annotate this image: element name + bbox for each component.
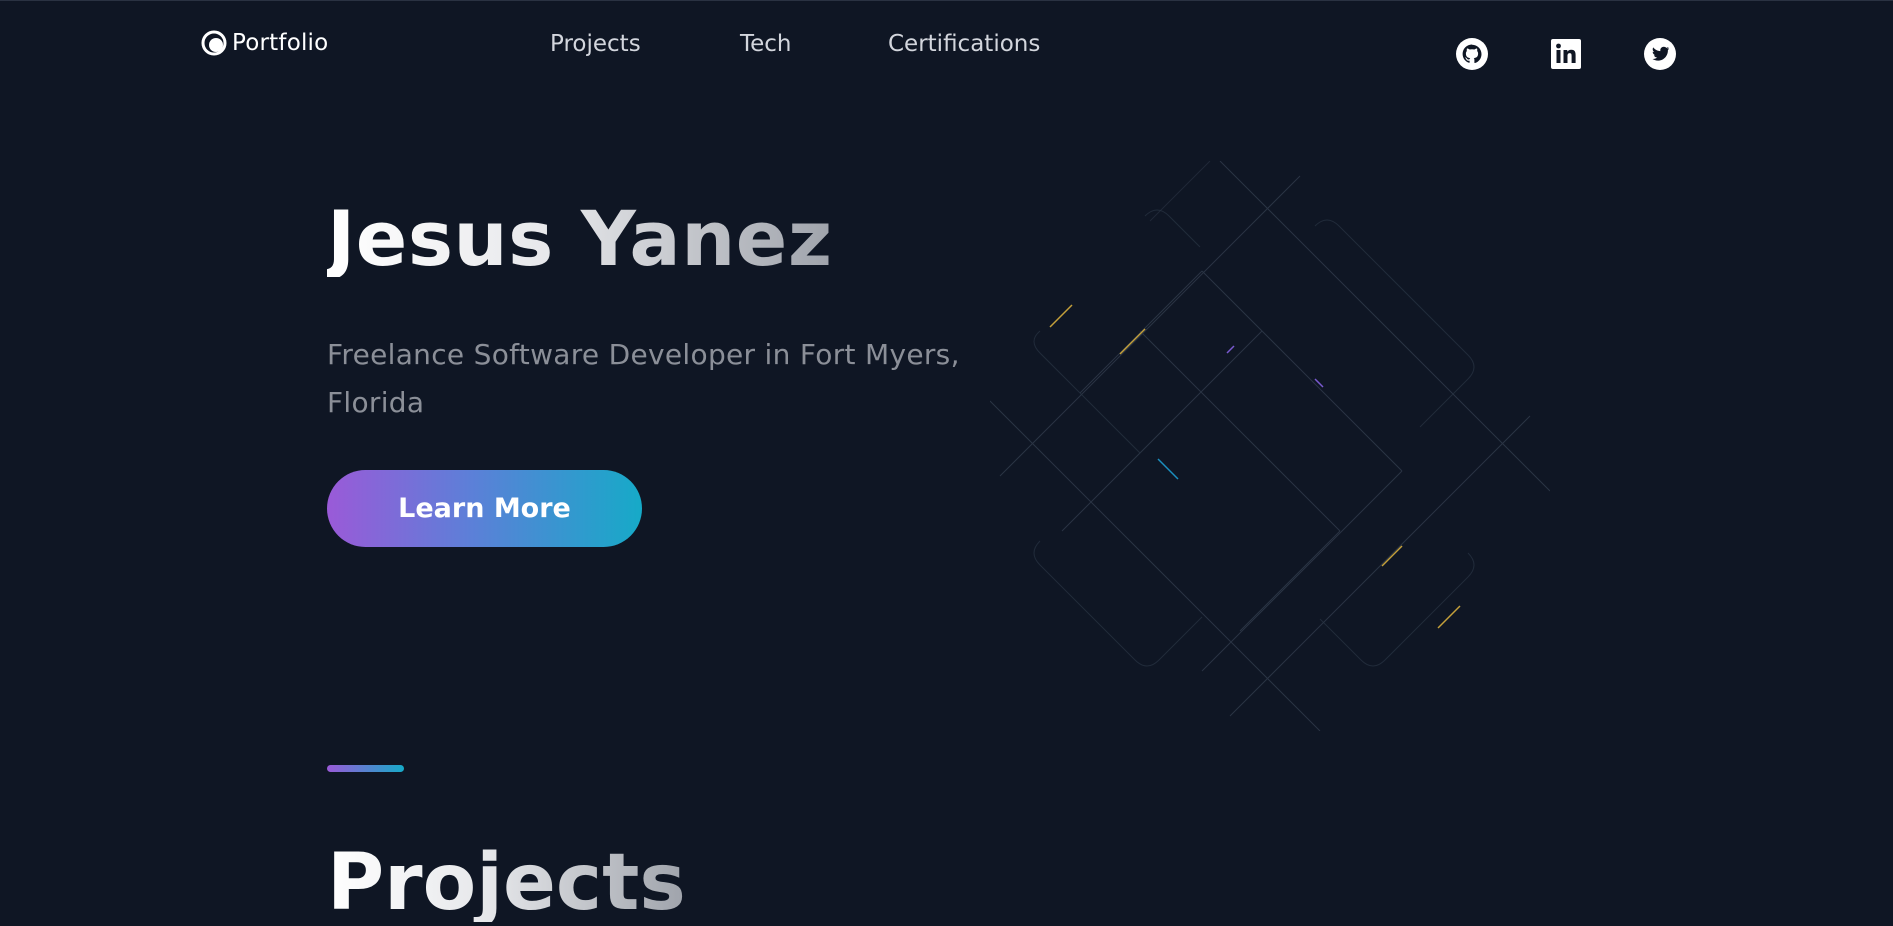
logo-link[interactable]: Portfolio (200, 29, 328, 57)
projects-section-title: Projects (327, 838, 686, 926)
logo-text: Portfolio (232, 30, 329, 56)
linkedin-link[interactable] (1549, 37, 1583, 71)
github-icon (1456, 38, 1488, 70)
hero-background-art (990, 161, 1550, 731)
nav-link-projects[interactable]: Projects (550, 31, 641, 57)
twitter-icon (1644, 38, 1676, 70)
logo-icon (200, 29, 228, 57)
section-divider (327, 765, 404, 772)
hero-subtitle: Freelance Software Developer in Fort Mye… (327, 338, 960, 419)
learn-more-button[interactable]: Learn More (327, 470, 642, 547)
github-link[interactable] (1455, 37, 1489, 71)
nav-link-certifications[interactable]: Certifications (888, 31, 1040, 57)
nav-link-tech[interactable]: Tech (740, 31, 792, 57)
linkedin-icon (1551, 39, 1581, 69)
hero-name: Jesus Yanez (327, 194, 833, 283)
page: Portfolio Projects Tech Certifications J… (0, 0, 1893, 926)
twitter-link[interactable] (1643, 37, 1677, 71)
